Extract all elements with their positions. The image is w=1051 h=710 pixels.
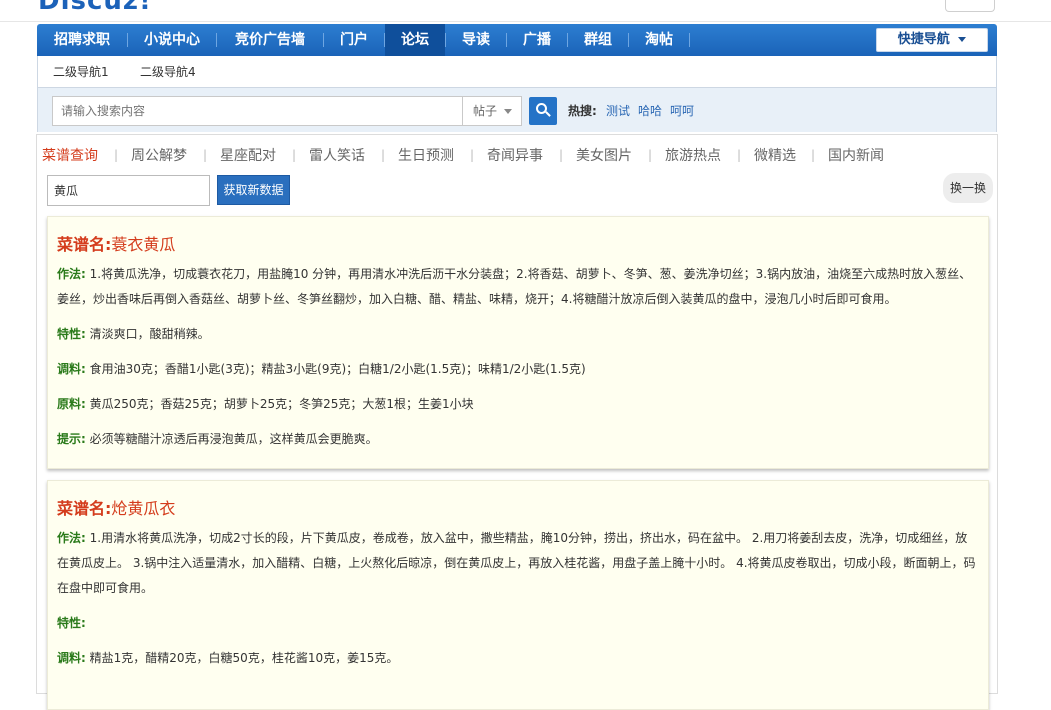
tab-recipes[interactable]: 菜谱查询 [42,145,98,165]
field-value: 1.用清水将黄瓜洗净，切成2寸长的段，片下黄瓜皮，卷成卷，放入盆中，撒些精盐，腌… [57,531,976,595]
recipe-trait: 特性: 清淡爽口，酸甜稍辣。 [57,322,977,347]
tab-pictures[interactable]: 美女图片 [576,145,632,165]
recipe-title: 菜谱名:炝黄瓜衣 [57,495,175,519]
recipe-method: 作法: 1.用清水将黄瓜洗净，切成2寸长的段，片下黄瓜皮，卷成卷，放入盆中，撒些… [57,526,977,601]
nav-item-forum[interactable]: 论坛 [385,24,445,56]
search-input[interactable] [52,96,462,126]
recipe-seasoning: 调料: 食用油30克；香醋1小匙(3克)；精盐3小匙(9克)；白糖1/2小匙(1… [57,357,977,382]
search-icon-handle [545,111,551,117]
sub-navbar: 二级导航1 二级导航4 [37,56,997,88]
swap-button[interactable]: 换一换 [943,173,993,203]
chevron-down-icon [958,37,967,42]
field-label: 提示: [57,432,86,446]
recipe-seasoning: 调料: 精盐1克，醋精20克，白糖50克，桂花酱10克，姜15克。 [57,646,977,671]
tab-jokes[interactable]: 雷人笑话 [309,145,365,165]
top-right-box[interactable] [945,0,995,12]
nav-item-broadcast[interactable]: 广播 [507,24,567,56]
hot-search-link[interactable]: 测试 [606,102,630,119]
field-value: 1.将黄瓜洗净，切成蓑衣花刀，用盐腌10 分钟，再用清水冲洗后沥干水分装盘；2.… [57,267,972,306]
tab-separator: | [203,148,208,162]
recipe-method: 作法: 1.将黄瓜洗净，切成蓑衣花刀，用盐腌10 分钟，再用清水冲洗后沥干水分装… [57,262,977,312]
nav-item-guide[interactable]: 导读 [446,24,506,56]
top-strip: Discuz! [0,0,1051,22]
fetch-data-button[interactable]: 获取新数据 [217,175,290,205]
field-value: 清淡爽口，酸甜稍辣。 [89,327,210,341]
tab-featured[interactable]: 微精选 [754,145,796,165]
tab-separator: | [648,148,653,162]
chevron-down-icon [504,109,512,114]
field-value: 必须等糖醋汁凉透后再浸泡黄瓜，这样黄瓜会更脆爽。 [89,432,378,446]
field-label: 作法: [57,267,86,281]
recipe-query-input[interactable] [47,175,210,206]
hot-search-label: 热搜: [568,104,597,118]
tab-travel[interactable]: 旅游热点 [665,145,721,165]
tab-separator: | [811,148,816,162]
tab-separator: | [737,148,742,162]
tab-birthday[interactable]: 生日预测 [398,145,454,165]
tab-horoscope[interactable]: 星座配对 [220,145,276,165]
quick-nav-button[interactable]: 快捷导航 [876,28,988,52]
field-label: 原料: [57,397,86,411]
tab-separator: | [114,148,119,162]
tab-oddities[interactable]: 奇闻异事 [487,145,543,165]
nav-item-collections[interactable]: 淘帖 [629,24,689,56]
subnav-item-1[interactable]: 二级导航1 [53,56,109,88]
nav-item-ad-wall[interactable]: 竞价广告墙 [217,24,323,56]
recipe-card: 菜谱名:蓑衣黄瓜 作法: 1.将黄瓜洗净，切成蓑衣花刀，用盐腌10 分钟，再用清… [47,216,989,469]
nav-item-novels[interactable]: 小说中心 [128,24,216,56]
tab-separator: | [470,148,475,162]
nav-separator [689,33,690,47]
nav-item-jobs[interactable]: 招聘求职 [37,24,127,56]
content-panel: 菜谱查询 | 周公解梦 | 星座配对 | 雷人笑话 | 生日预测 | 奇闻异事 … [36,134,998,710]
tab-separator: | [292,148,297,162]
tab-separator: | [381,148,386,162]
field-label: 特性: [57,616,86,630]
recipe-title-prefix: 菜谱名: [57,235,112,254]
recipe-trait: 特性: [57,611,977,636]
site-logo[interactable]: Discuz! [38,0,152,14]
field-label: 作法: [57,531,86,545]
hot-search-link[interactable]: 哈哈 [638,102,662,119]
recipe-title-prefix: 菜谱名: [57,499,112,518]
recipe-name: 蓑衣黄瓜 [111,235,176,254]
recipe-card: 菜谱名:炝黄瓜衣 作法: 1.用清水将黄瓜洗净，切成2寸长的段，片下黄瓜皮，卷成… [47,480,989,710]
search-bar: 帖子 热搜: 测试 哈哈 呵呵 [37,88,997,132]
recipe-title: 菜谱名:蓑衣黄瓜 [57,231,175,255]
quick-nav-label: 快捷导航 [897,32,950,47]
field-value: 精盐1克，醋精20克，白糖50克，桂花酱10克，姜15克。 [89,651,399,665]
field-value: 黄瓜250克；香菇25克；胡萝卜25克；冬笋25克；大葱1根；生姜1小块 [89,397,474,411]
field-label: 调料: [57,651,86,665]
field-label: 特性: [57,327,86,341]
nav-item-portal[interactable]: 门户 [324,24,384,56]
subnav-item-4[interactable]: 二级导航4 [140,56,196,88]
search-button[interactable] [529,97,557,125]
hot-search-link[interactable]: 呵呵 [670,102,694,119]
nav-item-groups[interactable]: 群组 [568,24,628,56]
field-value: 食用油30克；香醋1小匙(3克)；精盐3小匙(9克)；白糖1/2小匙(1.5克)… [89,362,586,376]
search-type-value: 帖子 [473,104,498,118]
recipe-name: 炝黄瓜衣 [111,499,176,518]
tab-separator: | [559,148,564,162]
main-navbar: 招聘求职 小说中心 竞价广告墙 门户 论坛 导读 广播 群组 淘帖 快捷导航 [37,24,997,56]
tab-news[interactable]: 国内新闻 [828,145,884,165]
recipe-ingredients: 原料: 黄瓜250克；香菇25克；胡萝卜25克；冬笋25克；大葱1根；生姜1小块 [57,392,977,417]
recipe-tip: 提示: 必须等糖醋汁凉透后再浸泡黄瓜，这样黄瓜会更脆爽。 [57,427,977,452]
search-type-select[interactable]: 帖子 [462,96,522,126]
field-label: 调料: [57,362,86,376]
tab-dream[interactable]: 周公解梦 [131,145,187,165]
